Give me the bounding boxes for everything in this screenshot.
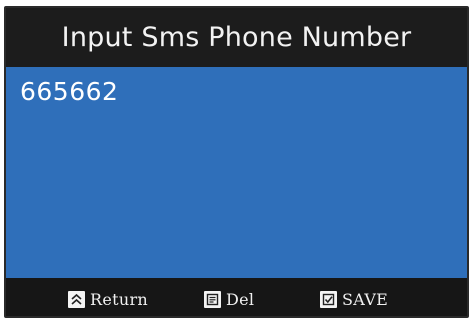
save-label: SAVE — [342, 289, 389, 309]
return-label: Return — [90, 289, 149, 309]
phone-number-input-area[interactable]: 665662 — [6, 67, 467, 278]
device-screen: Input Sms Phone Number 665662 Return Del… — [4, 6, 469, 318]
delete-button[interactable]: Del — [204, 289, 254, 309]
chevron-up-double-icon — [68, 290, 85, 308]
checkbox-save-icon — [320, 290, 337, 308]
softkey-bar: Return Del SAVE — [6, 278, 467, 316]
title-bar: Input Sms Phone Number — [6, 8, 467, 67]
delete-doc-icon — [204, 290, 221, 308]
return-button[interactable]: Return — [68, 289, 148, 309]
save-button[interactable]: SAVE — [320, 289, 388, 309]
delete-label: Del — [226, 289, 255, 309]
phone-number-value[interactable]: 665662 — [20, 77, 118, 106]
page-title: Input Sms Phone Number — [61, 22, 412, 53]
